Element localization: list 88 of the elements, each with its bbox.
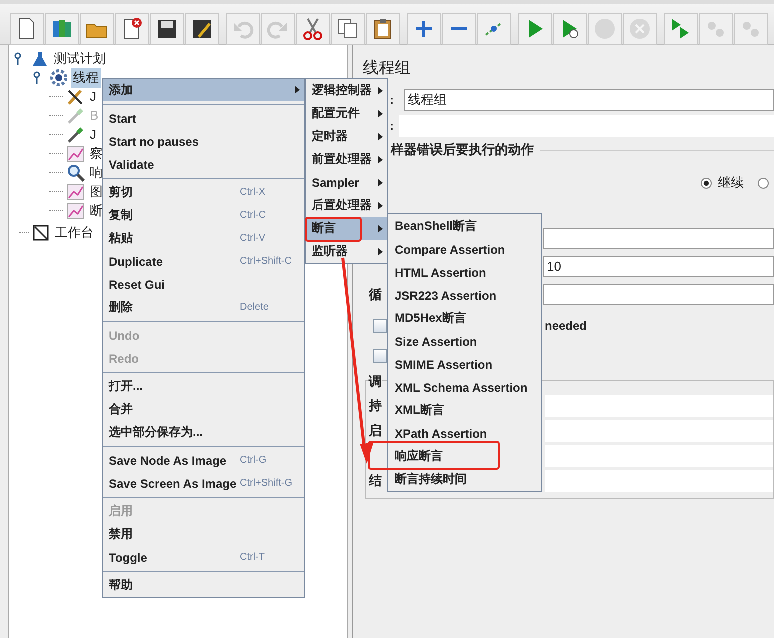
menu-item[interactable]: Save Node As Image Ctrl-G	[103, 449, 304, 472]
tree-item[interactable]: J	[88, 126, 98, 143]
page-close-icon[interactable]	[115, 13, 149, 45]
menu-item[interactable]: HTML Assertion	[388, 261, 541, 284]
checkbox[interactable]	[373, 319, 387, 333]
minus-icon[interactable]	[442, 13, 476, 45]
menu-item[interactable]: 禁用	[103, 523, 304, 546]
submenu-arrow-icon	[378, 110, 383, 118]
menu-item[interactable]: 合并	[103, 398, 304, 421]
menu-item[interactable]: 前置处理器	[306, 148, 387, 171]
tree-item[interactable]: J	[88, 88, 98, 105]
menu-item[interactable]: 选中部分保存为...	[103, 421, 304, 444]
menu-item[interactable]: MD5Hex断言	[388, 307, 541, 330]
menu-item[interactable]: 剪切 Ctrl-X	[103, 181, 304, 204]
scissors-icon[interactable]	[296, 13, 330, 45]
input-field[interactable]	[543, 228, 774, 249]
input-field[interactable]: 10	[543, 256, 774, 277]
menu-item[interactable]: 帮助	[103, 574, 304, 597]
menu-item[interactable]: XML Schema Assertion	[388, 376, 541, 399]
menu-item[interactable]: Toggle Ctrl-T	[103, 546, 304, 569]
menu-item[interactable]: XML断言	[388, 399, 541, 422]
menu-item[interactable]: SMIME Assertion	[388, 353, 541, 376]
menu-item[interactable]: XPath Assertion	[388, 422, 541, 445]
double-play-icon[interactable]	[664, 13, 698, 45]
tree-item[interactable]: 工作台	[53, 222, 96, 242]
menu-item[interactable]: 复制 Ctrl-C	[103, 204, 304, 227]
folder-icon[interactable]	[80, 13, 114, 45]
menu-item[interactable]: Duplicate Ctrl+Shift-C	[103, 250, 304, 273]
play-icon[interactable]	[518, 13, 552, 45]
field-label: :	[390, 119, 394, 133]
clipboard-icon[interactable]	[366, 13, 400, 45]
menu-item[interactable]: Start no pauses	[103, 130, 304, 153]
menu-item[interactable]: 打开...	[103, 375, 304, 398]
menu-item[interactable]: 断言	[306, 217, 387, 240]
submenu-arrow-icon	[378, 132, 383, 140]
field-label: 循	[369, 286, 383, 304]
menu-item[interactable]: 断言持续时间	[388, 468, 541, 491]
menu-item[interactable]: Validate	[103, 153, 304, 176]
field-label: 结	[369, 472, 383, 490]
section-title: 样器错误后要执行的动作	[391, 141, 534, 159]
menu-item[interactable]: 后置处理器	[306, 194, 387, 217]
tree-item[interactable]: 图	[88, 182, 105, 202]
checkbox-label: needed	[545, 319, 588, 333]
field-label: 持	[369, 397, 383, 415]
menu-item[interactable]: Save Screen As Image Ctrl+Shift-G	[103, 472, 304, 495]
radio-label: 继续	[718, 174, 744, 192]
checkbox[interactable]	[373, 349, 387, 363]
books-icon[interactable]	[45, 13, 79, 45]
blank-page-icon[interactable]	[10, 13, 44, 45]
submenu-arrow-icon	[378, 86, 383, 94]
menu-item[interactable]: 添加	[103, 79, 304, 101]
menu-item[interactable]: 配置元件	[306, 102, 387, 125]
tree-item[interactable]: 断	[88, 200, 105, 220]
menu-item[interactable]: Reset Gui	[103, 273, 304, 296]
tree-item[interactable]: 测试计划	[52, 48, 108, 68]
plus-icon[interactable]	[407, 13, 441, 45]
field-label: :	[390, 93, 394, 107]
menu-item[interactable]: 粘贴 Ctrl-V	[103, 227, 304, 250]
flask-icon	[31, 50, 49, 66]
radio-button[interactable]	[701, 178, 712, 188]
menu-item[interactable]: 删除 Delete	[103, 296, 304, 319]
menu-item[interactable]: 定时器	[306, 125, 387, 148]
tree-item[interactable]: 察	[88, 144, 105, 164]
menu-item[interactable]: BeanShell断言	[388, 215, 541, 238]
menu-item[interactable]: Compare Assertion	[388, 238, 541, 261]
panel-title: 线程组	[363, 58, 412, 79]
name-field[interactable]: 线程组	[404, 89, 774, 111]
highlight-box	[305, 217, 362, 242]
submenu-arrow-icon	[378, 178, 383, 186]
group-title: 调	[369, 373, 382, 391]
menu-item[interactable]: Size Assertion	[388, 330, 541, 353]
tree-item[interactable]: 响	[88, 162, 105, 182]
copy-icon[interactable]	[331, 13, 365, 45]
tree-item[interactable]: 线程	[71, 68, 101, 88]
floppy-pencil-icon[interactable]	[185, 13, 219, 45]
menu-item[interactable]: Sampler	[306, 171, 387, 194]
menu-item[interactable]: 响应断言	[388, 445, 541, 468]
menu-item[interactable]: JSR223 Assertion	[388, 284, 541, 307]
submenu-arrow-icon	[378, 202, 383, 210]
field-label: 启	[369, 422, 383, 440]
submenu-arrow-icon	[378, 156, 383, 164]
play-clock-icon[interactable]	[553, 13, 587, 45]
menu-item[interactable]: Start	[103, 107, 304, 130]
gear-icon	[50, 68, 68, 86]
menu-item[interactable]: 逻辑控制器	[306, 79, 387, 102]
workbench-icon	[32, 224, 50, 242]
input-field[interactable]	[543, 284, 774, 305]
radio-button[interactable]	[758, 178, 769, 188]
